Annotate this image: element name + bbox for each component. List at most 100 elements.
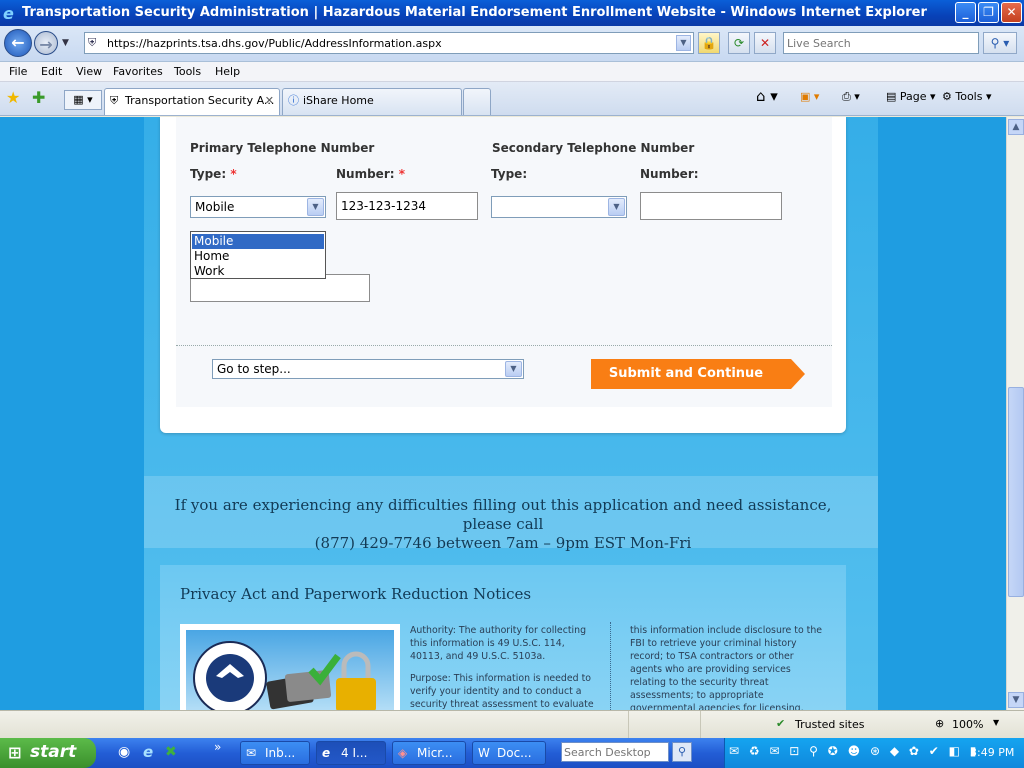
ishare-favicon-icon: ⓘ: [288, 94, 299, 107]
secondary-type-label: Type:: [491, 167, 528, 181]
primary-number-value: 123-123-1234: [341, 199, 427, 213]
task-ie[interactable]: e 4 I...: [316, 741, 386, 765]
chevron-down-icon[interactable]: ▼: [505, 361, 522, 377]
window-title: Transportation Security Administration |…: [22, 5, 927, 20]
recent-pages-dropdown-icon[interactable]: ▼: [62, 38, 69, 48]
menu-favorites[interactable]: Favorites: [113, 65, 163, 78]
menu-bar: File Edit View Favorites Tools Help: [0, 62, 1024, 82]
zoom-level[interactable]: 100%: [952, 718, 983, 731]
tools-menu[interactable]: ⚙ Tools ▾: [942, 90, 992, 103]
word-icon: W: [478, 746, 490, 760]
add-favorite-icon[interactable]: ✚: [32, 88, 45, 107]
minimize-button[interactable]: _: [955, 2, 976, 23]
secondary-number-input[interactable]: [640, 192, 782, 220]
site-icon: ⛨: [88, 36, 97, 49]
ie-logo-icon: e: [3, 4, 14, 23]
quicklaunch-more-icon[interactable]: »: [214, 740, 221, 754]
tools-menu-label: Tools: [955, 90, 983, 103]
primary-type-select[interactable]: Mobile ▼: [190, 196, 326, 218]
menu-edit[interactable]: Edit: [41, 65, 62, 78]
scroll-down-icon[interactable]: ▼: [1008, 692, 1024, 708]
zoom-icon[interactable]: ⊕: [935, 717, 944, 730]
quicklaunch-desktop-icon[interactable]: ◉: [118, 744, 130, 760]
windows-logo-icon: ⊞: [8, 743, 22, 762]
menu-help[interactable]: Help: [215, 65, 240, 78]
task-label: Doc...: [497, 746, 532, 760]
search-input[interactable]: [787, 34, 977, 52]
security-zone-label[interactable]: Trusted sites: [795, 718, 865, 731]
start-label: start: [30, 742, 77, 762]
quicklaunch-excel-icon[interactable]: ✖: [165, 744, 177, 760]
submit-and-continue-button[interactable]: Submit and Continue: [591, 359, 805, 389]
tab-bar: ★ ✚ ▦ ▾ ⛨ Transportation Security A... ✕…: [0, 82, 1024, 116]
address-field[interactable]: ⛨ https://hazprints.tsa.dhs.gov/Public/A…: [84, 32, 694, 54]
chevron-down-icon[interactable]: ▼: [608, 198, 625, 216]
favorites-star-icon[interactable]: ★: [6, 88, 20, 107]
privacy-title: Privacy Act and Paperwork Reduction Noti…: [180, 585, 532, 603]
outlook-icon: ✉: [246, 746, 257, 760]
tab-transportation-security[interactable]: ⛨ Transportation Security A... ✕: [104, 88, 280, 115]
lock-icon[interactable]: 🔒: [698, 32, 720, 54]
print-icon[interactable]: ⎙ ▾: [842, 90, 860, 104]
task-label: Micr...: [417, 746, 453, 760]
task-microsoft[interactable]: ◈ Micr...: [392, 741, 466, 765]
primary-type-value: Mobile: [195, 200, 235, 214]
maximize-button[interactable]: ❐: [978, 2, 999, 23]
vertical-scrollbar[interactable]: ▲ ▼: [1006, 117, 1024, 710]
option-work[interactable]: Work: [192, 264, 324, 279]
primary-number-label: Number: *: [336, 167, 406, 181]
tab-label: iShare Home: [303, 94, 374, 107]
window-title-bar: e Transportation Security Administration…: [0, 0, 1024, 26]
page-viewport: Primary Telephone Number Secondary Telep…: [0, 117, 1006, 710]
divider: [176, 345, 832, 346]
go-to-step-value: Go to step...: [217, 362, 291, 376]
clock: 3:49 PM: [970, 746, 1015, 759]
type-dropdown-list: Mobile Home Work: [190, 231, 326, 279]
desktop-search-input[interactable]: [564, 744, 668, 760]
task-label: 4 I...: [341, 746, 368, 760]
primary-number-input[interactable]: 123-123-1234: [336, 192, 478, 220]
option-mobile[interactable]: Mobile: [192, 234, 324, 249]
task-outlook[interactable]: ✉ Inb...: [240, 741, 310, 765]
menu-view[interactable]: View: [76, 65, 102, 78]
address-dropdown-icon[interactable]: ▼: [676, 35, 691, 51]
feeds-icon[interactable]: ▣ ▾: [800, 90, 819, 103]
zoom-dropdown-icon[interactable]: ▼: [993, 718, 999, 727]
option-home[interactable]: Home: [192, 249, 324, 264]
desktop-search-go-icon[interactable]: ⚲: [672, 742, 692, 762]
go-to-step-select[interactable]: Go to step... ▼: [212, 359, 524, 379]
page-menu[interactable]: ▤ Page ▾: [886, 90, 936, 103]
help-text: If you are experiencing any difficulties…: [160, 496, 846, 553]
tab-ishare-home[interactable]: ⓘ iShare Home: [282, 88, 462, 115]
chevron-down-icon[interactable]: ▼: [307, 198, 324, 216]
new-tab-button[interactable]: [463, 88, 491, 115]
quicklaunch-ie-icon[interactable]: e: [143, 743, 153, 761]
app-icon: ◈: [398, 746, 408, 760]
scrollbar-thumb[interactable]: [1008, 387, 1024, 597]
secondary-phone-heading: Secondary Telephone Number: [492, 141, 695, 155]
primary-type-label: Type: *: [190, 167, 237, 181]
close-window-button[interactable]: ✕: [1001, 2, 1022, 23]
status-bar: ✔ Trusted sites ⊕ 100% ▼: [0, 710, 1024, 738]
back-button[interactable]: ←: [4, 29, 32, 57]
scroll-up-icon[interactable]: ▲: [1008, 119, 1024, 135]
privacy-section: Privacy Act and Paperwork Reduction Noti…: [160, 565, 846, 710]
secondary-type-select[interactable]: ▼: [491, 196, 627, 218]
search-box[interactable]: [783, 32, 979, 54]
task-label: Inb...: [265, 746, 296, 760]
quick-tabs-icon[interactable]: ▦ ▾: [64, 90, 102, 110]
help-text-line2: (877) 429-7746 between 7am – 9pm EST Mon…: [314, 534, 692, 552]
close-tab-icon[interactable]: ✕: [265, 89, 274, 113]
forward-button[interactable]: →: [34, 31, 58, 55]
task-document[interactable]: W Doc...: [472, 741, 546, 765]
dhs-image: [180, 624, 400, 710]
menu-file[interactable]: File: [9, 65, 27, 78]
stop-icon[interactable]: ✕: [754, 32, 776, 54]
start-button[interactable]: ⊞ start: [0, 738, 96, 768]
menu-tools[interactable]: Tools: [174, 65, 201, 78]
search-go-icon[interactable]: ⚲ ▾: [983, 32, 1017, 54]
home-icon[interactable]: ⌂ ▾: [756, 87, 778, 105]
desktop-search-box[interactable]: [561, 742, 669, 762]
refresh-icon[interactable]: ⟳: [728, 32, 750, 54]
tray-icons[interactable]: ✉ ♻ ✉ ⊡ ⚲ ✪ ☻ ⊛ ◆ ✿ ✔ ◧ ▮: [729, 744, 979, 758]
